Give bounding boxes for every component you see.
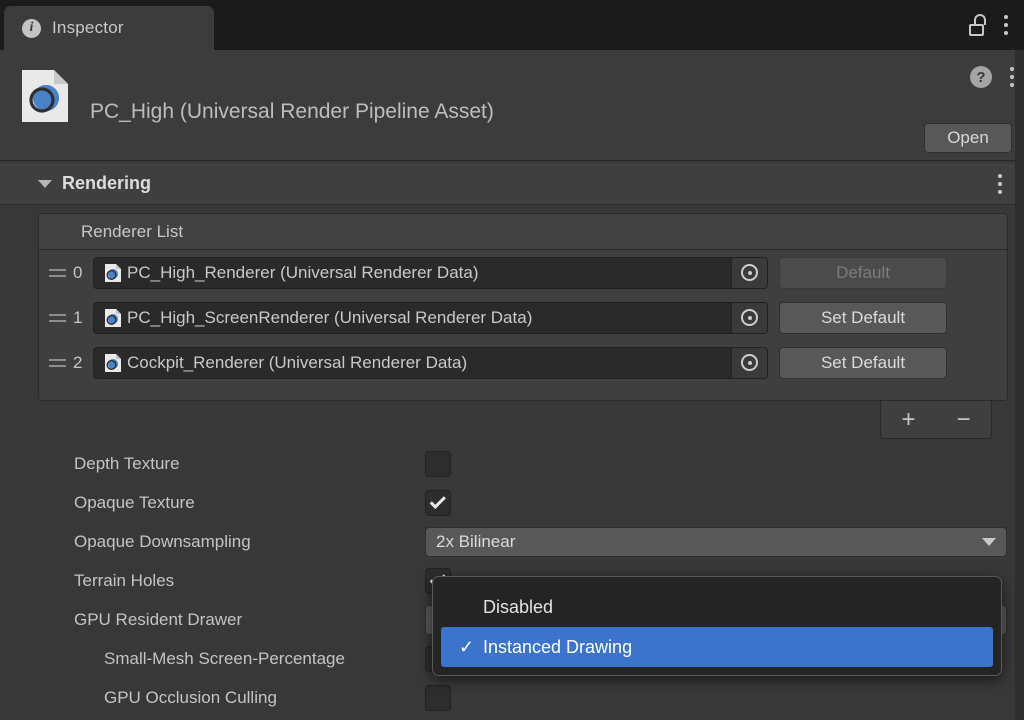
asset-title: PC_High (Universal Render Pipeline Asset… — [90, 100, 494, 123]
depth-texture-checkbox[interactable] — [425, 450, 451, 477]
opaque-downsampling-value: 2x Bilinear — [436, 531, 516, 551]
gpu-resident-drawer-dropdown-menu: Disabled ✓ Instanced Drawing — [432, 576, 1002, 676]
renderer-list-header-label: Renderer List — [81, 221, 184, 241]
renderer-data-icon — [103, 263, 123, 283]
property-label: Depth Texture — [74, 453, 180, 473]
object-field[interactable]: PC_High_Renderer (Universal Renderer Dat… — [93, 256, 768, 289]
drag-handle-icon[interactable] — [45, 313, 69, 322]
renderer-data-icon — [103, 308, 123, 328]
property-row-gpu-occlusion-culling: GPU Occlusion Culling — [0, 678, 1024, 717]
set-default-button[interactable]: Set Default — [779, 301, 947, 334]
rendering-section-header[interactable]: Rendering — [0, 163, 1024, 205]
property-row-opaque-downsampling: Opaque Downsampling 2x Bilinear — [0, 522, 1024, 561]
set-default-button[interactable]: Set Default — [779, 346, 947, 379]
object-field[interactable]: Cockpit_Renderer (Universal Renderer Dat… — [93, 346, 768, 379]
object-field-label: PC_High_Renderer (Universal Renderer Dat… — [127, 262, 479, 282]
rendering-section-title: Rendering — [62, 173, 152, 193]
kebab-menu-icon-asset[interactable] — [1009, 67, 1014, 87]
triangle-down-icon[interactable] — [38, 179, 52, 188]
renderer-list: Renderer List 0 PC_High_Renderer (Univer… — [38, 213, 1008, 401]
row-index: 0 — [73, 262, 83, 282]
right-edge-strip-top — [1015, 0, 1024, 50]
tab-inspector[interactable]: i Inspector — [4, 6, 214, 50]
remove-renderer-button[interactable]: − — [956, 407, 970, 432]
chevron-down-icon — [982, 537, 996, 546]
dropdown-item-disabled[interactable]: Disabled — [441, 587, 993, 627]
tab-inspector-label: Inspector — [52, 18, 124, 37]
renderer-list-header: Renderer List — [39, 214, 1007, 250]
table-row[interactable]: 1 PC_High_ScreenRenderer (Universal Rend… — [39, 295, 1007, 340]
dropdown-item-label: Instanced Drawing — [483, 636, 633, 657]
object-field-label: Cockpit_Renderer (Universal Renderer Dat… — [127, 352, 468, 372]
property-row-opaque-texture: Opaque Texture — [0, 483, 1024, 522]
gpu-occlusion-culling-checkbox[interactable] — [425, 684, 451, 711]
dropdown-item-label: Disabled — [483, 596, 554, 617]
row-index: 2 — [73, 352, 83, 372]
drag-handle-icon[interactable] — [45, 358, 69, 367]
kebab-menu-icon-section[interactable] — [997, 173, 1002, 194]
asset-header: PC_High (Universal Render Pipeline Asset… — [0, 50, 1024, 161]
check-icon: ✓ — [459, 636, 475, 657]
property-label: Opaque Downsampling — [74, 531, 251, 551]
inspector-window: i Inspector PC_High (Universal Render Pi… — [0, 0, 1024, 720]
opaque-downsampling-dropdown[interactable]: 2x Bilinear — [425, 526, 1007, 557]
asset-header-actions: ? — [970, 66, 1014, 88]
renderer-data-icon — [103, 353, 123, 373]
default-button: Default — [779, 256, 947, 289]
tab-bar: i Inspector — [0, 0, 1024, 50]
row-index: 1 — [73, 307, 83, 327]
unlocked-padlock-icon[interactable] — [968, 14, 987, 36]
add-renderer-button[interactable]: + — [901, 407, 915, 432]
dropdown-item-instanced-drawing[interactable]: ✓ Instanced Drawing — [441, 627, 993, 667]
property-label: GPU Resident Drawer — [74, 609, 243, 629]
kebab-menu-icon-tabbar[interactable] — [1003, 15, 1008, 35]
table-row[interactable]: 2 Cockpit_Renderer (Universal Renderer D… — [39, 340, 1007, 385]
tab-bar-actions — [968, 0, 1016, 50]
right-edge-strip — [1015, 50, 1024, 720]
property-label: Terrain Holes — [74, 570, 175, 590]
open-button[interactable]: Open — [924, 123, 1012, 153]
object-field[interactable]: PC_High_ScreenRenderer (Universal Render… — [93, 301, 768, 334]
property-label: Small-Mesh Screen-Percentage — [104, 648, 345, 668]
info-icon: i — [22, 18, 41, 38]
object-picker-icon[interactable] — [731, 347, 767, 378]
opaque-texture-checkbox[interactable] — [425, 489, 451, 516]
object-field-label: PC_High_ScreenRenderer (Universal Render… — [127, 307, 533, 327]
property-label: GPU Occlusion Culling — [104, 687, 277, 707]
object-picker-icon[interactable] — [731, 257, 767, 288]
urp-asset-icon — [20, 68, 70, 124]
table-row[interactable]: 0 PC_High_Renderer (Universal Renderer D… — [39, 250, 1007, 295]
object-picker-icon[interactable] — [731, 302, 767, 333]
help-icon[interactable]: ? — [970, 66, 992, 88]
drag-handle-icon[interactable] — [45, 268, 69, 277]
property-label: Opaque Texture — [74, 492, 195, 512]
property-row-depth-texture: Depth Texture — [0, 444, 1024, 483]
list-add-remove-bar: + − — [880, 401, 992, 439]
